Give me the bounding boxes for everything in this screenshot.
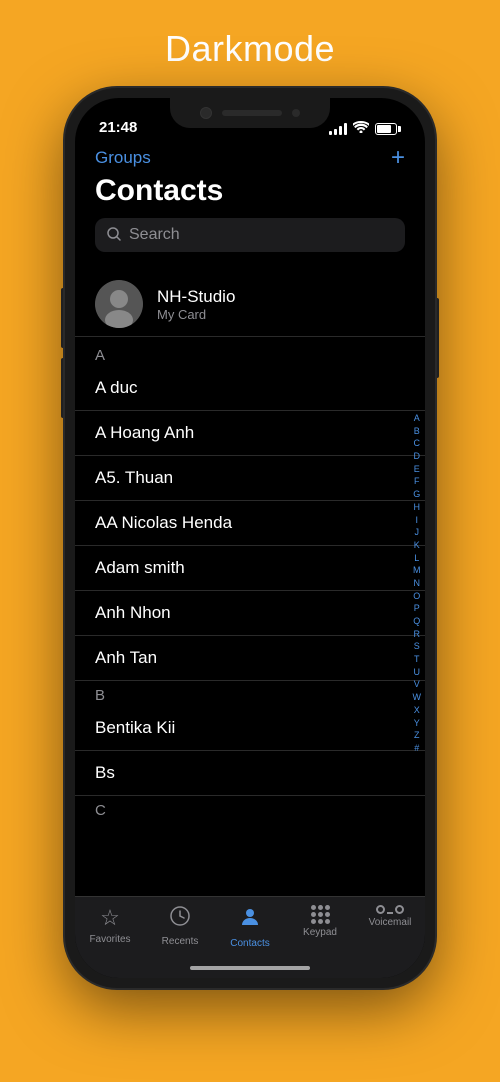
index-letter-c[interactable]: C: [413, 439, 422, 451]
phone-device: 21:48: [65, 88, 435, 988]
tab-voicemail[interactable]: Voicemail: [355, 905, 425, 928]
index-letter-e[interactable]: E: [413, 464, 422, 476]
contact-name: Bs: [95, 763, 115, 783]
index-letter-i[interactable]: I: [413, 515, 422, 527]
power-button: [435, 298, 439, 378]
index-letter-l[interactable]: L: [413, 553, 422, 565]
index-letter-o[interactable]: O: [413, 591, 422, 603]
index-letter-q[interactable]: Q: [413, 616, 422, 628]
index-letter-v[interactable]: V: [413, 680, 422, 692]
contacts-content: Groups + Contacts Search: [75, 142, 425, 896]
sensor: [292, 109, 300, 117]
index-letter-a[interactable]: A: [413, 413, 422, 425]
wifi-icon: [353, 121, 369, 136]
notch: [170, 98, 330, 128]
contact-item[interactable]: Bentika Kii: [75, 706, 425, 751]
speaker: [222, 110, 282, 116]
contact-name: A duc: [95, 378, 138, 398]
contacts-title: Contacts: [95, 174, 405, 208]
index-letter-h[interactable]: H: [413, 502, 422, 514]
index-letter-j[interactable]: J: [413, 527, 422, 539]
index-letter-w[interactable]: W: [413, 692, 422, 704]
contact-item[interactable]: Anh Nhon: [75, 591, 425, 636]
index-letter-k[interactable]: K: [413, 540, 422, 552]
index-letter-hash[interactable]: #: [413, 743, 422, 755]
index-letter-n[interactable]: N: [413, 578, 422, 590]
voicemail-icon: [376, 905, 404, 914]
groups-button[interactable]: Groups: [95, 148, 151, 168]
status-time: 21:48: [99, 119, 137, 136]
index-letter-g[interactable]: G: [413, 489, 422, 501]
index-letter-m[interactable]: M: [413, 565, 422, 577]
index-letter-f[interactable]: F: [413, 477, 422, 489]
recents-icon: [169, 905, 191, 933]
search-placeholder: Search: [129, 226, 180, 244]
contact-item[interactable]: A5. Thuan: [75, 456, 425, 501]
tab-favorites-label: Favorites: [89, 934, 130, 945]
my-card-name: NH-Studio: [157, 287, 235, 307]
contacts-tab-icon: [238, 905, 262, 935]
index-letter-d[interactable]: D: [413, 451, 422, 463]
index-letter-r[interactable]: R: [413, 629, 422, 641]
alphabet-index[interactable]: A B C D E F G H I J K L M N O: [413, 413, 422, 755]
index-letter-b[interactable]: B: [413, 426, 422, 438]
search-bar[interactable]: Search: [95, 218, 405, 252]
contact-item[interactable]: Anh Tan: [75, 636, 425, 681]
contact-name: Anh Tan: [95, 648, 157, 668]
keypad-icon: [311, 905, 330, 924]
tab-recents-label: Recents: [162, 936, 199, 947]
contact-name: Bentika Kii: [95, 718, 175, 738]
my-card-info: NH-Studio My Card: [157, 287, 235, 322]
index-letter-x[interactable]: X: [413, 705, 422, 717]
page-title: Darkmode: [165, 28, 335, 70]
contact-item[interactable]: A Hoang Anh: [75, 411, 425, 456]
phone-screen: 21:48: [75, 98, 425, 978]
tab-recents[interactable]: Recents: [145, 905, 215, 947]
index-letter-s[interactable]: S: [413, 642, 422, 654]
contact-item[interactable]: A duc: [75, 366, 425, 411]
index-letter-u[interactable]: U: [413, 667, 422, 679]
home-indicator: [190, 966, 310, 970]
my-card-item[interactable]: NH-Studio My Card: [75, 272, 425, 337]
contact-name: AA Nicolas Henda: [95, 513, 232, 533]
contact-item[interactable]: AA Nicolas Henda: [75, 501, 425, 546]
index-letter-p[interactable]: P: [413, 604, 422, 616]
add-contact-button[interactable]: +: [391, 146, 405, 170]
tab-contacts-label: Contacts: [230, 938, 269, 949]
phone-shell: 21:48: [65, 88, 435, 988]
my-card-subtitle: My Card: [157, 307, 235, 322]
contacts-header: Groups + Contacts Search: [75, 142, 425, 272]
index-letter-y[interactable]: Y: [413, 718, 422, 730]
contact-item[interactable]: Adam smith: [75, 546, 425, 591]
tab-keypad-label: Keypad: [303, 927, 337, 938]
signal-icon: [329, 123, 347, 135]
battery-icon: [375, 123, 401, 135]
contact-name: A Hoang Anh: [95, 423, 194, 443]
index-letter-t[interactable]: T: [413, 654, 422, 666]
status-icons: [329, 121, 401, 136]
tab-keypad[interactable]: Keypad: [285, 905, 355, 938]
contact-name: A5. Thuan: [95, 468, 173, 488]
contact-item[interactable]: Bs: [75, 751, 425, 796]
tab-voicemail-label: Voicemail: [369, 917, 412, 928]
contact-name: Anh Nhon: [95, 603, 171, 623]
tab-contacts[interactable]: Contacts: [215, 905, 285, 949]
tab-favorites[interactable]: ☆ Favorites: [75, 905, 145, 945]
search-icon: [107, 227, 121, 244]
avatar: [95, 280, 143, 328]
contact-name: Adam smith: [95, 558, 185, 578]
section-header-b: B: [75, 681, 425, 706]
favorites-icon: ☆: [100, 905, 120, 931]
front-camera: [200, 107, 212, 119]
section-header-a: A: [75, 341, 425, 366]
section-header-c: C: [75, 796, 425, 821]
contacts-list[interactable]: NH-Studio My Card A A duc A Hoang Anh A5…: [75, 272, 425, 896]
index-letter-z[interactable]: Z: [413, 730, 422, 742]
header-nav: Groups +: [95, 146, 405, 170]
